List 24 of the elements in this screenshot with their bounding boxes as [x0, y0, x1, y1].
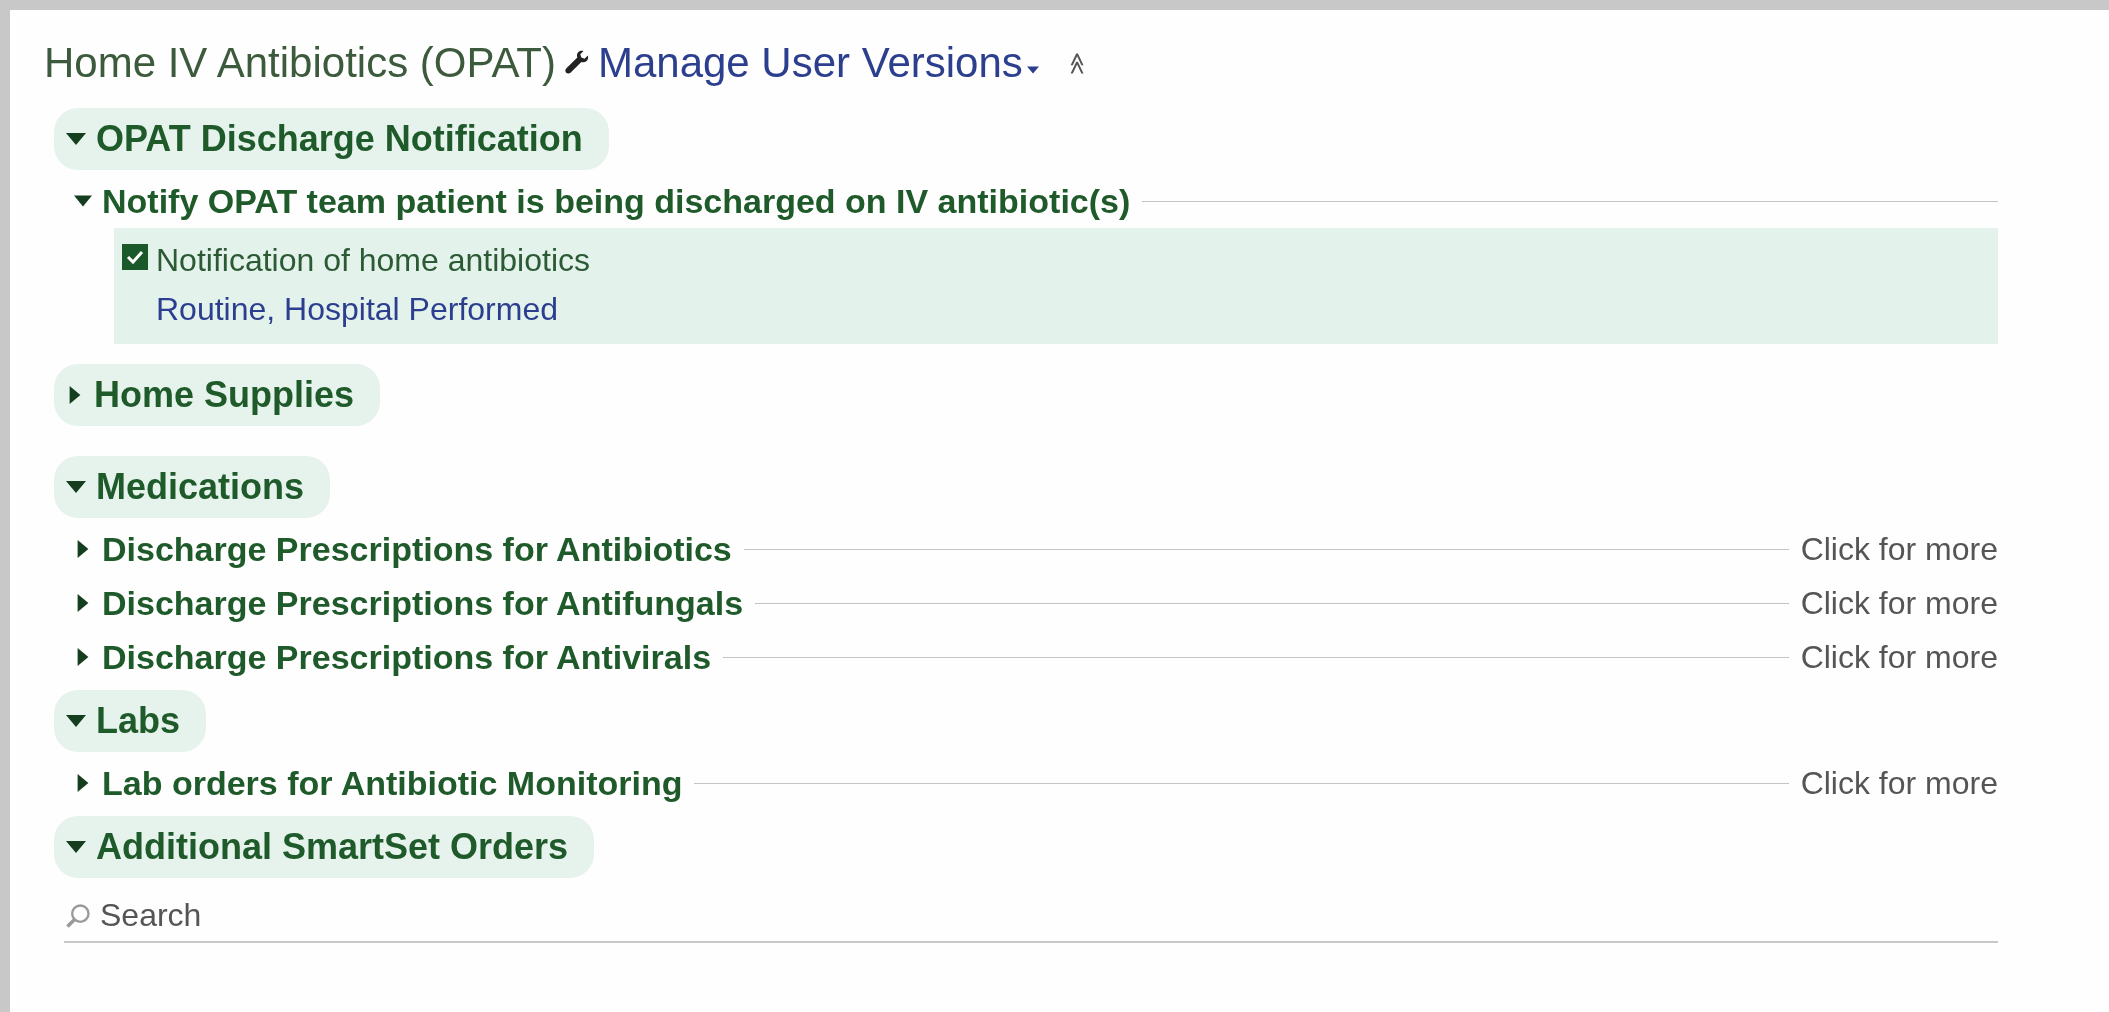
manage-versions-link[interactable]: Manage User Versions — [597, 39, 1039, 87]
order-checkbox-icon[interactable] — [122, 244, 148, 270]
wrench-icon[interactable] — [563, 50, 590, 76]
section-header[interactable]: Home Supplies — [54, 364, 381, 426]
section-header[interactable]: OPAT Discharge Notification — [54, 108, 609, 170]
section-header[interactable]: Medications — [54, 456, 331, 518]
order-details-link[interactable]: Routine, Hospital Performed — [156, 291, 590, 328]
search-input[interactable]: Search — [98, 896, 1998, 935]
section-header[interactable]: Labs — [54, 690, 207, 752]
click-for-more-link[interactable]: Click for more — [1800, 530, 1998, 568]
dropdown-caret-icon — [1026, 64, 1039, 76]
collapse-icon[interactable]: ≫ — [1063, 51, 1090, 75]
click-for-more-link[interactable]: Click for more — [1800, 584, 1998, 622]
order-group-toggle[interactable]: Discharge Prescriptions for Antibiotics — [74, 529, 732, 569]
order-group-toggle[interactable]: Lab orders for Antibiotic Monitoring — [74, 763, 683, 803]
search-icon — [64, 901, 92, 930]
order-group-toggle[interactable]: Discharge Prescriptions for Antifungals — [74, 583, 744, 623]
order-group-toggle[interactable]: Notify OPAT team patient is being discharged on IV antibiotic(s) — [74, 181, 1131, 221]
click-for-more-link[interactable]: Click for more — [1800, 764, 1998, 802]
order-group-toggle[interactable]: Discharge Prescriptions for Antivirals — [74, 637, 712, 677]
section-header[interactable]: Additional SmartSet Orders — [54, 816, 595, 878]
order-name: Notification of home antibiotics — [156, 242, 590, 279]
click-for-more-link[interactable]: Click for more — [1800, 638, 1998, 676]
smartset-title: Home IV Antibiotics (OPAT) — [44, 39, 556, 87]
